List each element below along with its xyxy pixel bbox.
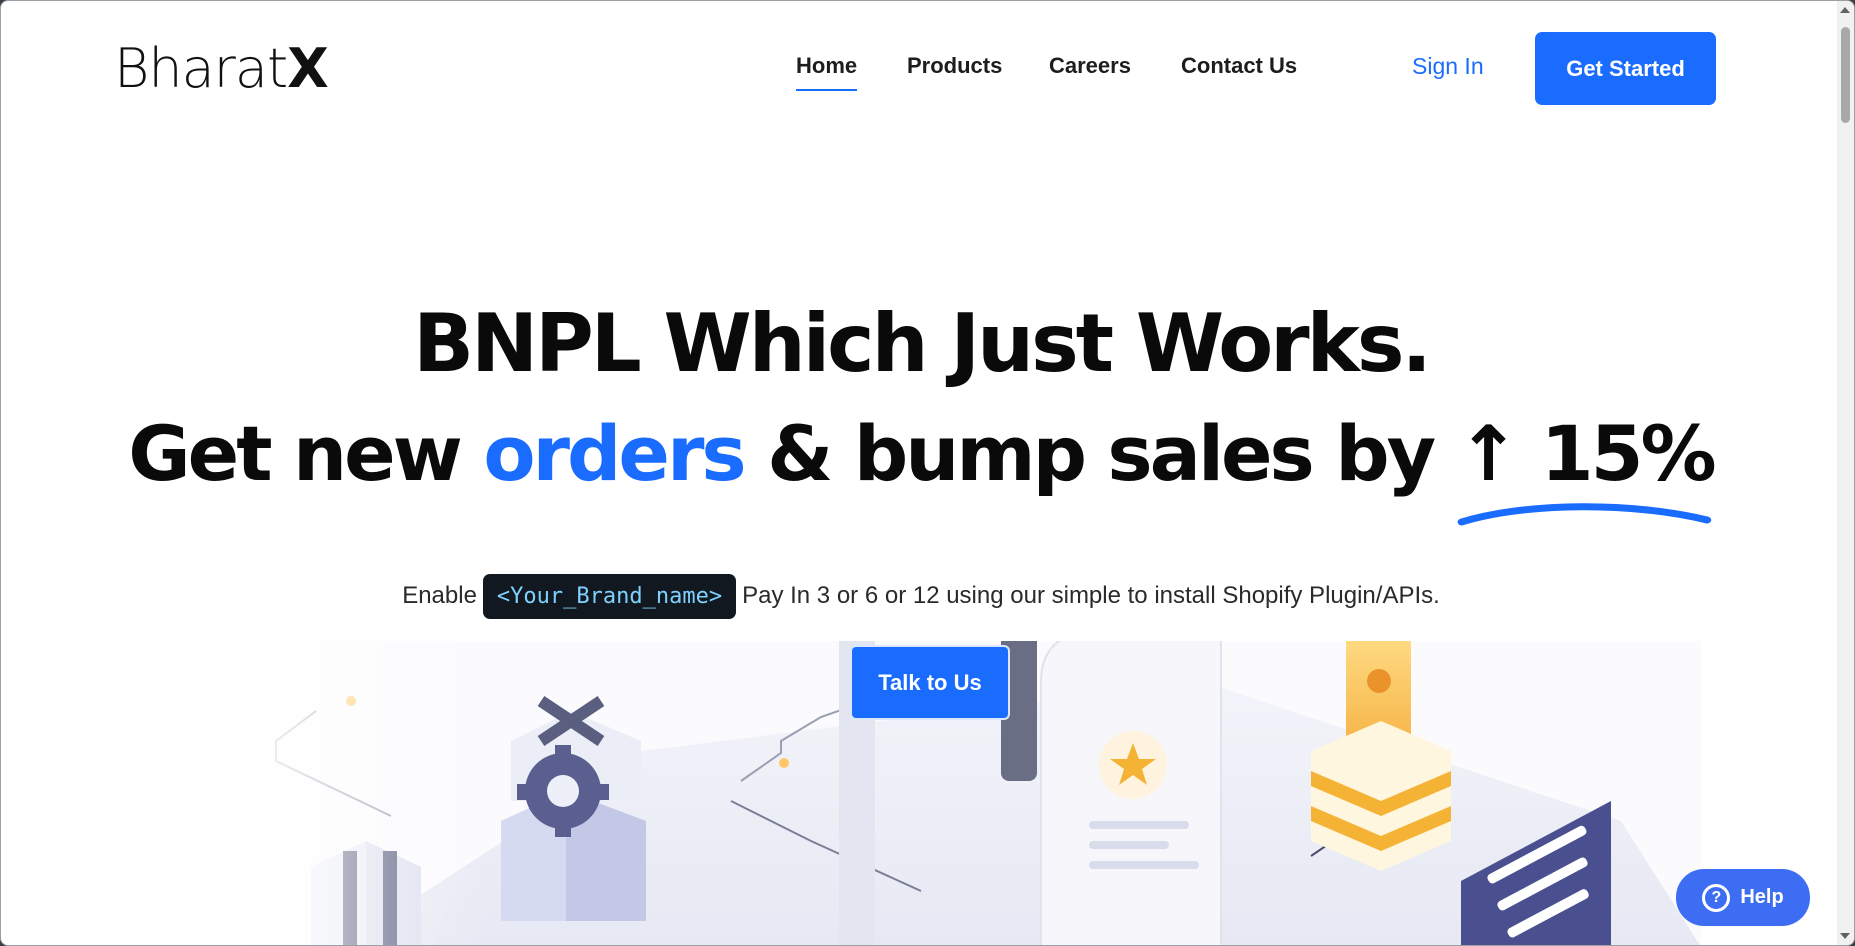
hero-line2-pre: Get new <box>128 409 484 498</box>
hero-subtitle: Get new orders & bump sales by ↑ 15% <box>1 409 1841 526</box>
help-button[interactable]: ? Help <box>1676 869 1810 926</box>
logo-x: X <box>287 37 329 100</box>
browser-page: BharatX Home Products Careers Contact Us… <box>0 0 1855 946</box>
scrollbar-thumb[interactable] <box>1841 27 1850 123</box>
hero-title: BNPL Which Just Works. <box>413 297 1432 390</box>
help-label: Help <box>1740 886 1784 908</box>
hero-percent: ↑ 15% <box>1456 409 1717 526</box>
question-icon: ? <box>1702 883 1731 912</box>
scroll-down-icon[interactable] <box>1840 933 1850 939</box>
scroll-up-icon[interactable] <box>1840 7 1850 13</box>
talk-to-us-button[interactable]: Talk to Us <box>850 645 1010 720</box>
nav-careers[interactable]: Careers <box>1049 53 1131 79</box>
sub-post: Pay In 3 or 6 or 12 using our simple to … <box>742 581 1440 609</box>
brand-name-chip: <Your_Brand_name> <box>482 574 737 619</box>
logo-text: Bharat <box>114 37 288 100</box>
sub-pre: Enable <box>402 581 477 609</box>
nav-products[interactable]: Products <box>907 53 1002 79</box>
get-started-button[interactable]: Get Started <box>1535 32 1716 105</box>
sign-in-link[interactable]: Sign In <box>1412 53 1484 80</box>
hero-percent-text: ↑ 15% <box>1456 409 1717 498</box>
bharatx-logo[interactable]: BharatX <box>114 37 329 100</box>
hero-line2-mid: & bump sales by <box>743 409 1457 498</box>
nav-contact-us[interactable]: Contact Us <box>1181 53 1297 79</box>
hero-line2-highlight: orders <box>483 409 746 498</box>
vertical-scrollbar[interactable] <box>1837 1 1854 945</box>
nav-home[interactable]: Home <box>796 53 858 91</box>
hero-underline-icon <box>1457 503 1711 526</box>
hero-description: Enable <Your_Brand_name> Pay In 3 or 6 or … <box>1 574 1841 619</box>
